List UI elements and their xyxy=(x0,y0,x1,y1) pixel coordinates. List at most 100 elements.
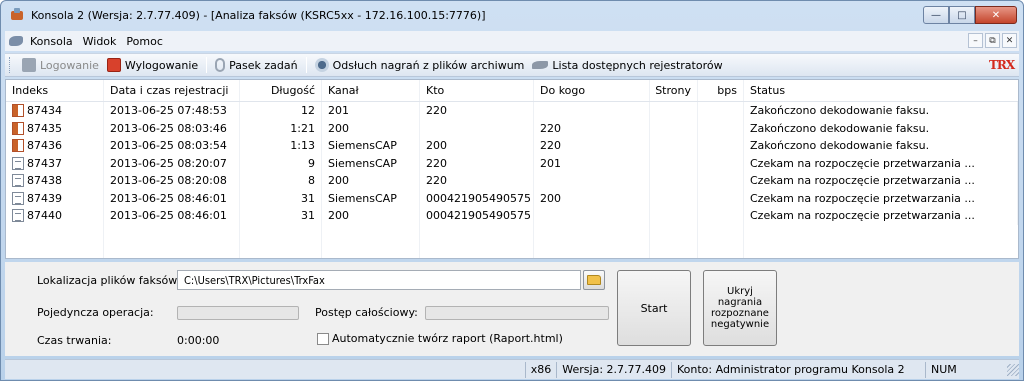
cell-len: 31 xyxy=(240,207,322,225)
app-icon xyxy=(9,7,25,23)
cell-who: 220 xyxy=(420,102,534,120)
cell-text: SiemensCAP xyxy=(328,139,397,153)
header-channel[interactable]: Kanał xyxy=(322,80,420,101)
mdi-close-button[interactable]: ✕ xyxy=(1002,33,1017,48)
cell-text: SiemensCAP xyxy=(328,156,397,170)
browse-folder-button[interactable] xyxy=(583,270,605,290)
cell-status: Czekam na rozpoczęcie przetwarzania ... xyxy=(744,154,1018,172)
cell-id: 87439 xyxy=(6,189,104,207)
cell-id: 87437 xyxy=(6,154,104,172)
header-indeks[interactable]: Indeks xyxy=(6,80,104,101)
cell-id: 87440 xyxy=(6,207,104,225)
hide-negative-label: Ukryj nagrania rozpoznane negatywnie xyxy=(710,286,770,330)
mdi-minimize-button[interactable]: – xyxy=(968,33,983,48)
listen-archive-button[interactable]: Odsłuch nagrań z plików archiwum xyxy=(311,58,529,72)
login-button[interactable]: Logowanie xyxy=(18,58,103,72)
table-row[interactable]: 87436 2013-06-25 08:03:54 1:13 SiemensCAP 20… xyxy=(6,137,1018,155)
fax-table: Indeks Data i czas rejestracji Długość K… xyxy=(5,79,1019,259)
table-row[interactable]: 87438 2013-06-25 08:20:08 8 200 220 Czekam na… xyxy=(6,172,1018,190)
cell-text: 87436 xyxy=(27,139,62,153)
trx-logo: TRX xyxy=(989,58,1015,72)
cell-len: 31 xyxy=(240,189,322,207)
table-row[interactable]: 87439 2013-06-25 08:46:01 31 SiemensCAP 0004… xyxy=(6,189,1018,207)
table-row[interactable]: 87434 2013-06-25 07:48:53 12 201 220 Zakończo… xyxy=(6,102,1018,120)
cell-date: 2013-06-25 08:20:08 xyxy=(104,172,240,190)
recorders-list-button[interactable]: Lista dostępnych rejestratorów xyxy=(528,59,726,72)
fax-icon xyxy=(12,121,24,135)
header-to[interactable]: Do kogo xyxy=(534,80,650,101)
cell-text: 2013-06-25 08:20:07 xyxy=(110,156,227,170)
auto-report-label[interactable]: Automatycznie twórz raport (Raport.html) xyxy=(332,332,563,345)
table-row[interactable]: 87437 2013-06-25 08:20:07 9 SiemensCAP 220 20… xyxy=(6,154,1018,172)
cell-text: 87439 xyxy=(27,191,62,205)
header-length[interactable]: Długość xyxy=(240,80,322,101)
cell-channel: 200 xyxy=(322,119,420,137)
status-version: Wersja: 2.7.77.409 xyxy=(556,361,671,378)
taskbar-button[interactable]: Pasek zadań xyxy=(211,58,301,72)
menu-konsola[interactable]: Konsola xyxy=(25,35,78,48)
login-icon xyxy=(22,58,36,72)
title-bar[interactable]: Konsola 2 (Wersja: 2.7.77.409) - [Analiz… xyxy=(1,1,1023,29)
cell-text: 87438 xyxy=(27,174,62,188)
header-pages[interactable]: Strony xyxy=(650,80,698,101)
cell-id: 87434 xyxy=(6,102,104,120)
menu-widok[interactable]: Widok xyxy=(78,35,122,48)
duration-label: Czas trwania: xyxy=(37,334,112,347)
table-body: 87434 2013-06-25 07:48:53 12 201 220 Zakończo… xyxy=(6,102,1018,225)
close-button[interactable]: ✕ xyxy=(975,6,1017,24)
cell-text: 201 xyxy=(540,156,561,170)
recorder-icon xyxy=(532,61,549,69)
cell-channel: SiemensCAP xyxy=(322,189,420,207)
speaker-icon xyxy=(314,58,329,72)
cell-text: 201 xyxy=(328,104,349,118)
menu-pomoc[interactable]: Pomoc xyxy=(121,35,167,48)
header-date[interactable]: Data i czas rejestracji xyxy=(104,80,240,101)
status-num: NUM xyxy=(925,361,1003,378)
header-bps[interactable]: bps xyxy=(698,80,744,101)
cell-text: 2013-06-25 08:03:54 xyxy=(110,139,227,153)
maximize-button[interactable]: □ xyxy=(949,6,975,24)
cell-date: 2013-06-25 08:20:07 xyxy=(104,154,240,172)
toolbar-grip[interactable] xyxy=(9,57,12,73)
cell-text: 2013-06-25 08:46:01 xyxy=(110,209,227,223)
logout-button[interactable]: Wylogowanie xyxy=(103,58,202,72)
cell-len: 8 xyxy=(240,172,322,190)
cell-pages xyxy=(650,102,698,120)
cell-pages xyxy=(650,189,698,207)
header-status[interactable]: Status xyxy=(744,80,1018,101)
resize-grip[interactable] xyxy=(1007,363,1019,376)
cell-status: Zakończono dekodowanie faksu. xyxy=(744,137,1018,155)
table-row[interactable]: 87435 2013-06-25 08:03:46 1:21 200 220 Zakońc… xyxy=(6,119,1018,137)
cell-text: 220 xyxy=(540,121,561,135)
cell-len: 1:21 xyxy=(240,119,322,137)
cell-text: 220 xyxy=(540,139,561,153)
cell-text: 2013-06-25 08:46:01 xyxy=(110,191,227,205)
logout-label: Wylogowanie xyxy=(124,58,199,72)
cell-text: 87440 xyxy=(27,209,62,223)
cell-id: 87436 xyxy=(6,137,104,155)
cell-text: 1:21 xyxy=(290,121,315,135)
status-bar: x86 Wersja: 2.7.77.409 Konto: Administra… xyxy=(5,359,1019,379)
toolbar: Logowanie Wylogowanie Pasek zadań Odsłuc… xyxy=(5,53,1019,77)
mdi-controls: – ⧉ ✕ xyxy=(968,33,1017,48)
toolbar-separator xyxy=(305,57,307,73)
cell-to xyxy=(534,102,650,120)
header-who[interactable]: Kto xyxy=(420,80,534,101)
cell-text: Czekam na rozpoczęcie przetwarzania ... xyxy=(750,156,975,170)
menu-logo-icon xyxy=(9,36,23,46)
cell-channel: 201 xyxy=(322,102,420,120)
minimize-button[interactable]: — xyxy=(923,6,949,24)
hide-negative-button[interactable]: Ukryj nagrania rozpoznane negatywnie xyxy=(703,270,777,346)
mdi-restore-button[interactable]: ⧉ xyxy=(985,33,1000,48)
start-button[interactable]: Start xyxy=(617,270,691,346)
cell-status: Czekam na rozpoczęcie przetwarzania ... xyxy=(744,207,1018,225)
location-input[interactable]: C:\Users\TRX\Pictures\TrxFax xyxy=(177,270,581,290)
cell-bps xyxy=(698,189,744,207)
table-row[interactable]: 87440 2013-06-25 08:46:01 31 200 00042190549… xyxy=(6,207,1018,225)
cell-text: Czekam na rozpoczęcie przetwarzania ... xyxy=(750,191,975,205)
cell-text: 87435 xyxy=(27,121,62,135)
cell-bps xyxy=(698,172,744,190)
auto-report-checkbox[interactable] xyxy=(317,333,329,345)
cell-status: Czekam na rozpoczęcie przetwarzania ... xyxy=(744,189,1018,207)
table-header: Indeks Data i czas rejestracji Długość K… xyxy=(6,80,1018,102)
